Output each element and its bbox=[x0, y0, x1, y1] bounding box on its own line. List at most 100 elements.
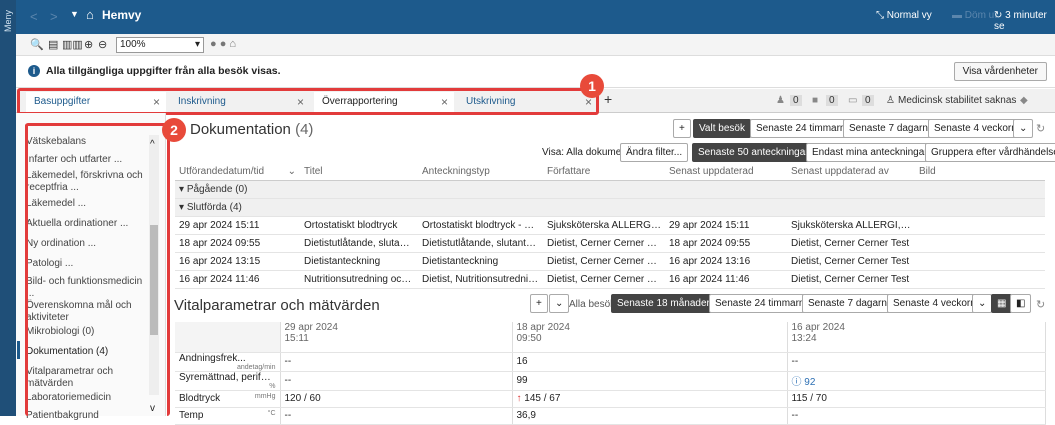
cell: Ortostatiskt blodtryck - Text bbox=[418, 216, 543, 235]
dropdown-icon[interactable]: ▼ bbox=[70, 9, 79, 19]
chevron-down-icon[interactable]: ⌄ bbox=[549, 294, 570, 313]
home-icon[interactable]: ⌂ bbox=[86, 7, 94, 22]
table-row[interactable]: 18 apr 2024 09:55 Dietistutlåtande, sluta… bbox=[175, 234, 1045, 253]
documentation-title: Dokumentation (4) bbox=[190, 121, 313, 138]
column-header[interactable]: Anteckningstyp bbox=[418, 163, 543, 181]
group-row[interactable]: ▾ Pågående (0) bbox=[175, 180, 1045, 199]
change-filter-button[interactable]: Ändra filter... bbox=[620, 143, 689, 162]
group-label: Pågående (0) bbox=[186, 183, 248, 195]
cell: Dietist, Cerner Cerner Test bbox=[787, 270, 915, 289]
add-button[interactable]: + bbox=[673, 119, 691, 138]
person-icon: ♙ bbox=[886, 95, 895, 106]
add-tab-icon[interactable]: + bbox=[604, 91, 612, 107]
zoom-select[interactable]: 100% ▾ bbox=[116, 37, 204, 53]
chevron-down-icon[interactable]: ⌄ bbox=[288, 166, 296, 177]
bell-icon[interactable]: ♟ bbox=[776, 95, 785, 106]
label: Blodtryck bbox=[179, 393, 221, 404]
column-header[interactable]: Titel bbox=[300, 163, 418, 181]
title-bar: < > ▼ ⌂ Hemvy ⤡ Normal vy ▬ Döm ut ↻ 3 m… bbox=[16, 0, 1055, 34]
chevron-down-icon[interactable]: ⌄ bbox=[972, 294, 993, 313]
table-row[interactable]: Syremättnad, perifer (...% -- 99 ⓘ 92 bbox=[175, 371, 1046, 391]
refresh-timer[interactable]: ↻ 3 minuter se bbox=[994, 10, 1055, 32]
cell bbox=[915, 252, 1045, 271]
cell: Dietist, Cerner Cerner Test bbox=[543, 270, 665, 289]
cell: ↑ 145 / 67 bbox=[512, 390, 788, 408]
cell: 16 bbox=[512, 352, 788, 372]
back-button[interactable]: < bbox=[30, 9, 38, 24]
vitals-header-row: 29 apr 2024 15:11 18 apr 2024 09:50 16 apr… bbox=[175, 322, 1046, 353]
cell: 16 apr 2024 11:46 bbox=[175, 270, 300, 289]
zoom-value: 100% bbox=[120, 39, 146, 50]
info-circle-icon[interactable]: ⓘ bbox=[792, 377, 802, 388]
range-24h-button[interactable]: Senaste 24 timmarna bbox=[709, 294, 817, 313]
table-row[interactable]: 16 apr 2024 11:46 Nutritionsutredning och… bbox=[175, 270, 1045, 289]
vitals-title: Vitalparametrar och mätvärden bbox=[174, 297, 380, 314]
cell bbox=[915, 234, 1045, 253]
print-icon[interactable]: ▤ bbox=[48, 38, 58, 51]
group-by-button[interactable]: Gruppera efter vårdhändelse bbox=[925, 143, 1055, 162]
count-badge: 0 bbox=[862, 95, 874, 106]
group-row[interactable]: ▾ Slutförda (4) bbox=[175, 198, 1045, 217]
mail-icon[interactable]: ▭ bbox=[848, 95, 857, 106]
copy-icon[interactable]: ▥▥ bbox=[62, 38, 83, 51]
dimmed-button[interactable]: ▬ Döm ut bbox=[952, 10, 997, 21]
zoom-in-icon[interactable]: ⊕ bbox=[84, 38, 93, 51]
table-row[interactable]: 16 apr 2024 13:15 Dietistanteckning Dietis… bbox=[175, 252, 1045, 271]
cell: 115 / 70 bbox=[787, 390, 1046, 408]
add-button[interactable]: + bbox=[530, 294, 548, 313]
forward-button[interactable]: > bbox=[50, 9, 58, 24]
cell: Nutritionsutredning och åtgär... bbox=[300, 270, 418, 289]
cell: 18 apr 2024 09:55 bbox=[665, 234, 787, 253]
circle-icon[interactable]: ● ● ⌂ bbox=[210, 38, 236, 50]
refresh-icon[interactable]: ↻ bbox=[1036, 298, 1045, 311]
message-icon[interactable]: ■ bbox=[812, 95, 818, 106]
column-label: Utförandedatum/tid bbox=[179, 165, 265, 177]
unit: mmHg bbox=[254, 393, 276, 400]
visit-filter-selected[interactable]: Valt besök bbox=[693, 119, 751, 138]
tag-icon[interactable]: ◆ bbox=[1020, 95, 1028, 106]
date-header[interactable]: 16 apr 2024 13:24 bbox=[787, 322, 1046, 353]
info-text: Alla tillgängliga uppgifter från alla be… bbox=[46, 65, 281, 77]
cell: Dietistutlåtande, slutanteckning bbox=[300, 234, 418, 253]
cell: -- bbox=[280, 371, 513, 391]
column-header[interactable]: Senast uppdaterad av bbox=[787, 163, 915, 181]
highlight-box-nav bbox=[25, 123, 170, 416]
info-banner: i Alla tillgängliga uppgifter från alla … bbox=[16, 56, 1055, 88]
normal-view-label: Normal vy bbox=[886, 10, 932, 21]
table-row[interactable]: Blodtryck mmHg 120 / 60 ↑ 145 / 67 115 / 70 bbox=[175, 390, 1046, 408]
column-header[interactable]: Bild bbox=[915, 163, 1045, 181]
date: 18 apr 2024 bbox=[516, 322, 570, 333]
only-mine-button[interactable]: Endast mina anteckningar bbox=[806, 143, 934, 162]
stability-status[interactable]: Medicinsk stabilitet saknas bbox=[898, 95, 1016, 106]
column-header[interactable]: Senast uppdaterad bbox=[665, 163, 787, 181]
cell: 120 / 60 bbox=[280, 390, 513, 408]
refresh-icon[interactable]: ↻ bbox=[1036, 122, 1045, 135]
side-menu-strip[interactable]: Meny bbox=[0, 0, 16, 416]
table-row[interactable]: Andningsfrek... andetag/min -- 16 -- bbox=[175, 352, 1046, 372]
date-header[interactable]: 29 apr 2024 15:11 bbox=[280, 322, 513, 353]
range-7d-button[interactable]: Senaste 7 dagarna bbox=[802, 294, 899, 313]
normal-view-button[interactable]: ⤡ Normal vy bbox=[876, 10, 932, 21]
split-view-icon[interactable]: ◧ bbox=[1010, 294, 1032, 313]
count-badge: 0 bbox=[790, 95, 802, 106]
zoom-out-icon[interactable]: ⊖ bbox=[98, 38, 107, 51]
column-header[interactable]: Författare bbox=[543, 163, 665, 181]
show-care-units-button[interactable]: Visa vårdenheter bbox=[953, 62, 1047, 81]
binoculars-icon[interactable]: 🔍 bbox=[30, 38, 44, 51]
column-header[interactable]: Utförandedatum/tid ⌄ bbox=[175, 163, 300, 181]
date-header[interactable]: 18 apr 2024 09:50 bbox=[512, 322, 788, 353]
table-header-row: Utförandedatum/tid ⌄ Titel Anteckningsty… bbox=[175, 163, 1045, 181]
cell: Dietist, Nutritionsutredning -... bbox=[418, 270, 543, 289]
visit-filter-7d[interactable]: Senaste 7 dagarna bbox=[843, 119, 940, 138]
table-row[interactable]: 29 apr 2024 15:11 Ortostatiskt blodtryck O… bbox=[175, 216, 1045, 235]
cell: 16 apr 2024 11:46 bbox=[665, 270, 787, 289]
chevron-down-icon[interactable]: ⌄ bbox=[1013, 119, 1034, 138]
cell: Sjuksköterska ALLERGI, Oracl... bbox=[787, 216, 915, 235]
visit-filter-24h[interactable]: Senaste 24 timmarna bbox=[750, 119, 858, 138]
cell: 99 bbox=[512, 371, 788, 391]
vital-name: Andningsfrek... andetag/min bbox=[175, 352, 281, 372]
unit: andetag/min bbox=[236, 363, 276, 371]
date: 29 apr 2024 bbox=[284, 322, 338, 333]
time: 09:50 bbox=[516, 333, 542, 344]
cell: Dietist, Cerner Cerner Test bbox=[543, 252, 665, 271]
